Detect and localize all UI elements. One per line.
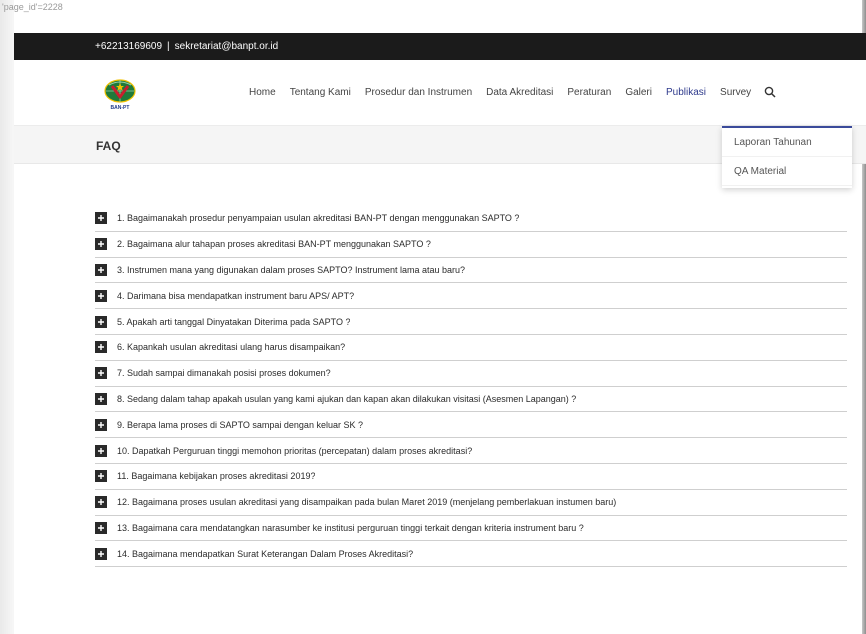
faq-question: 5. Apakah arti tanggal Dinyatakan Diteri… — [117, 316, 351, 327]
expand-plus-icon[interactable] — [95, 521, 107, 534]
faq-question: 9. Berapa lama proses di SAPTO sampai de… — [117, 419, 363, 430]
expand-plus-icon[interactable] — [95, 315, 107, 328]
faq-item[interactable]: 14. Bagaimana mendapatkan Surat Keterang… — [95, 541, 847, 568]
contact-phone[interactable]: +62213169609 — [95, 41, 162, 52]
faq-question: 6. Kapankah usulan akreditasi ulang haru… — [117, 342, 346, 353]
faq-question: 1. Bagaimanakah prosedur penyampaian usu… — [117, 213, 520, 224]
expand-plus-icon[interactable] — [95, 418, 107, 431]
faq-question: 13. Bagaimana cara mendatangkan narasumb… — [117, 522, 584, 533]
faq-item[interactable]: 1. Bagaimanakah prosedur penyampaian usu… — [95, 206, 847, 232]
faq-question: 12. Bagaimana proses usulan akreditasi y… — [117, 497, 617, 508]
faq-item[interactable]: 10. Dapatkah Perguruan tinggi memohon pr… — [95, 438, 847, 464]
expand-plus-icon[interactable] — [95, 367, 107, 380]
nav-peraturan[interactable]: Peraturan — [560, 87, 618, 98]
nav-home[interactable]: Home — [242, 87, 283, 98]
ban-pt-logo[interactable]: BAN-PT — [102, 76, 138, 112]
faq-item[interactable]: 12. Bagaimana proses usulan akreditasi y… — [95, 490, 847, 516]
search-icon[interactable] — [764, 86, 776, 98]
faq-item[interactable]: 5. Apakah arti tanggal Dinyatakan Diteri… — [95, 309, 847, 335]
expand-plus-icon[interactable] — [95, 444, 107, 457]
faq-item[interactable]: 3. Instrumen mana yang digunakan dalam p… — [95, 258, 847, 284]
expand-plus-icon[interactable] — [95, 212, 107, 225]
nav-prosedur-dan-instrumen[interactable]: Prosedur dan Instrumen — [358, 87, 479, 98]
page-frame: 'page_id'=2228 +62213169609 | sekretaria… — [0, 0, 866, 634]
expand-plus-icon[interactable] — [95, 341, 107, 354]
faq-item[interactable]: 8. Sedang dalam tahap apakah usulan yang… — [95, 387, 847, 413]
nav-survey[interactable]: Survey — [713, 87, 758, 98]
nav-menu: Home Tentang Kami Prosedur dan Instrumen… — [242, 86, 776, 98]
expand-plus-icon[interactable] — [95, 263, 107, 276]
faq-question: 14. Bagaimana mendapatkan Surat Keterang… — [117, 548, 414, 559]
faq-item[interactable]: 11. Bagaimana kebijakan proses akreditas… — [95, 464, 847, 490]
faq-question: 8. Sedang dalam tahap apakah usulan yang… — [117, 393, 577, 404]
publikasi-dropdown: Laporan Tahunan QA Material — [722, 126, 852, 188]
faq-question: 3. Instrumen mana yang digunakan dalam p… — [117, 264, 466, 275]
nav-tentang-kami[interactable]: Tentang Kami — [283, 87, 358, 98]
expand-plus-icon[interactable] — [95, 289, 107, 302]
main-navbar: BAN-PT Home Tentang Kami Prosedur dan In… — [14, 60, 866, 126]
nav-data-akreditasi[interactable]: Data Akreditasi — [479, 87, 560, 98]
logo-text: BAN-PT — [111, 105, 130, 111]
left-margin — [0, 0, 14, 634]
contact-topbar: +62213169609 | sekretariat@banpt.or.id — [14, 33, 866, 60]
faq-list: 1. Bagaimanakah prosedur penyampaian usu… — [95, 206, 847, 568]
nav-publikasi[interactable]: Publikasi — [659, 87, 713, 98]
nav-galeri[interactable]: Galeri — [618, 87, 659, 98]
faq-question: 7. Sudah sampai dimanakah posisi proses … — [117, 368, 331, 379]
dropdown-item-laporan-tahunan[interactable]: Laporan Tahunan — [722, 128, 852, 157]
expand-plus-icon[interactable] — [95, 547, 107, 560]
faq-question: 11. Bagaimana kebijakan proses akreditas… — [117, 471, 316, 482]
faq-question: 10. Dapatkah Perguruan tinggi memohon pr… — [117, 445, 473, 456]
expand-plus-icon[interactable] — [95, 392, 107, 405]
faq-item[interactable]: 2. Bagaimana alur tahapan proses akredit… — [95, 232, 847, 258]
faq-question: 4. Darimana bisa mendapatkan instrument … — [117, 290, 355, 301]
expand-plus-icon[interactable] — [95, 470, 107, 483]
expand-plus-icon[interactable] — [95, 496, 107, 509]
faq-item[interactable]: 6. Kapankah usulan akreditasi ulang haru… — [95, 335, 847, 361]
expand-plus-icon[interactable] — [95, 238, 107, 251]
faq-question: 2. Bagaimana alur tahapan proses akredit… — [117, 239, 431, 250]
faq-item[interactable]: 7. Sudah sampai dimanakah posisi proses … — [95, 361, 847, 387]
faq-item[interactable]: 4. Darimana bisa mendapatkan instrument … — [95, 283, 847, 310]
dropdown-item-qa-material[interactable]: QA Material — [722, 157, 852, 186]
faq-item[interactable]: 9. Berapa lama proses di SAPTO sampai de… — [95, 412, 847, 439]
page-id-label: 'page_id'=2228 — [2, 2, 63, 12]
contact-email[interactable]: sekretariat@banpt.or.id — [175, 41, 279, 52]
faq-item[interactable]: 13. Bagaimana cara mendatangkan narasumb… — [95, 516, 847, 542]
contact-separator: | — [167, 41, 170, 52]
page-title: FAQ — [96, 139, 121, 153]
